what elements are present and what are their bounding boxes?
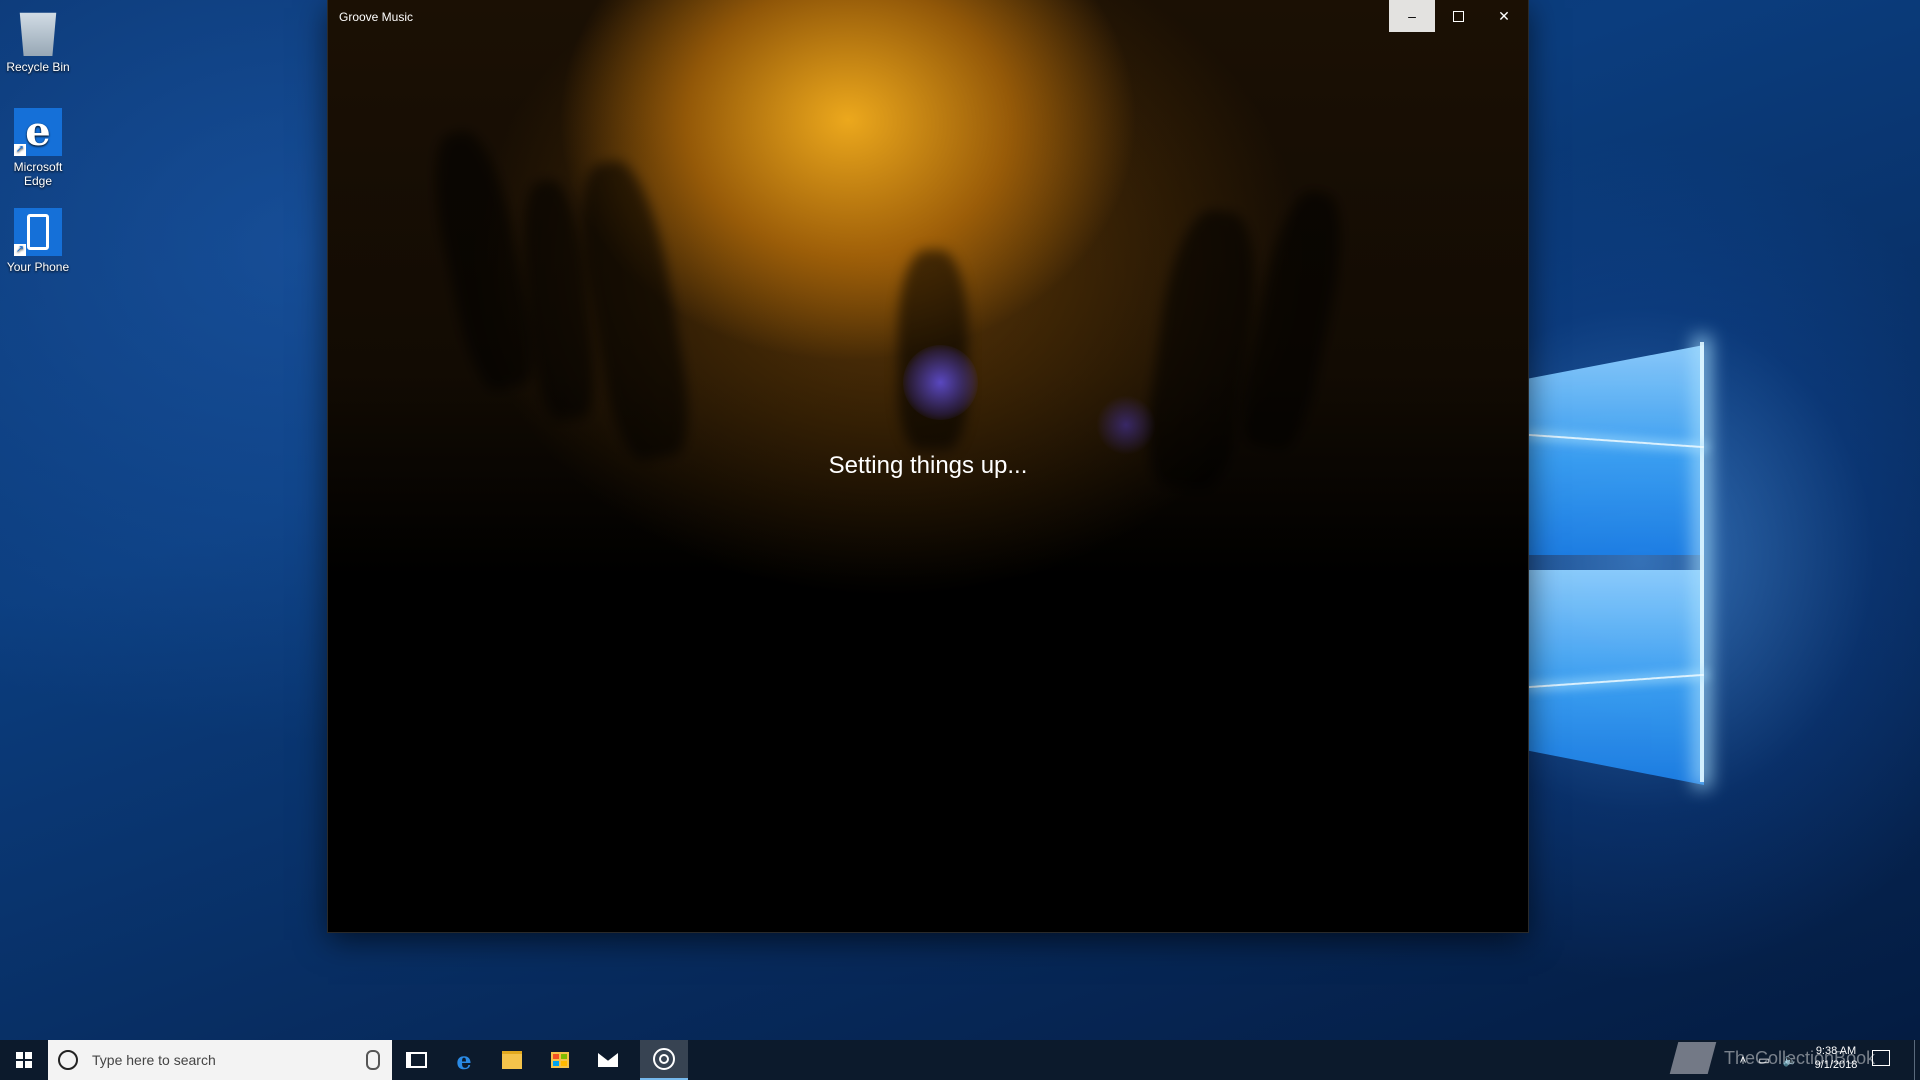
cortana-icon [58,1050,78,1070]
clock-date: 9/1/2018 [1814,1059,1858,1071]
shortcut-arrow-icon: ↗ [14,144,26,156]
desktop-icon-label: Microsoft Edge [13,160,63,188]
groove-music-icon [653,1048,675,1070]
microphone-icon[interactable] [366,1050,380,1070]
mail-icon [598,1053,618,1067]
desktop-icon-label: Your Phone [6,260,70,274]
taskbar-search-box[interactable]: Type here to search [48,1040,392,1080]
taskbar-file-explorer-button[interactable] [488,1040,536,1080]
taskbar-clock[interactable]: 9:38 AM 9/1/2018 [1806,1044,1866,1072]
clock-time: 9:38 AM [1815,1045,1857,1057]
windows-logo-pane-top [1528,345,1704,555]
recycle-bin-icon [19,12,57,56]
start-button[interactable] [0,1040,48,1080]
windows-logo-glow [1700,342,1704,782]
desktop-icon-microsoft-edge[interactable]: e ↗ Microsoft Edge [4,108,72,188]
desktop-icon-your-phone[interactable]: ↗ Your Phone [4,208,72,274]
file-explorer-icon [502,1051,522,1069]
taskbar-groove-music-button[interactable] [640,1040,688,1080]
minimize-button[interactable]: – [1389,0,1435,32]
shortcut-arrow-icon: ↗ [14,244,26,256]
taskbar-mail-button[interactable] [584,1040,632,1080]
phone-icon: ↗ [14,208,62,256]
windows-icon [16,1052,32,1068]
network-icon: ▭ [1758,1053,1770,1067]
edge-icon: e ↗ [14,108,62,156]
task-view-button[interactable] [392,1040,440,1080]
taskbar-store-button[interactable] [536,1040,584,1080]
desktop-icon-label: Recycle Bin [6,60,70,74]
show-desktop-button[interactable] [1914,1040,1915,1080]
close-icon: ✕ [1498,7,1510,24]
network-button[interactable]: ▭ [1756,1040,1772,1080]
close-button[interactable]: ✕ [1481,0,1527,32]
edge-icon: e [456,1045,472,1075]
chevron-up-icon: ˄ [1739,1053,1747,1067]
show-hidden-icons-button[interactable]: ˄ [1736,1040,1750,1080]
setup-status-text: Setting things up... [828,452,1028,479]
store-icon [551,1052,569,1068]
desktop-icon-recycle-bin[interactable]: Recycle Bin [4,8,72,74]
window-title: Groove Music [339,10,414,24]
search-placeholder: Type here to search [92,1052,216,1068]
taskbar-edge-button[interactable]: e [440,1040,488,1080]
title-bar[interactable]: Groove Music – ✕ [328,0,1528,32]
action-center-button[interactable] [1872,1050,1890,1066]
speaker-icon: 🔈 [1782,1053,1798,1067]
groove-music-window: Groove Music – ✕ Setting things up... [328,0,1528,932]
maximize-icon [1452,10,1464,22]
maximize-button[interactable] [1435,0,1481,32]
minimize-icon: – [1408,8,1416,24]
volume-button[interactable]: 🔈 [1782,1040,1798,1080]
task-view-icon [405,1052,427,1068]
book-icon [1669,1042,1717,1074]
